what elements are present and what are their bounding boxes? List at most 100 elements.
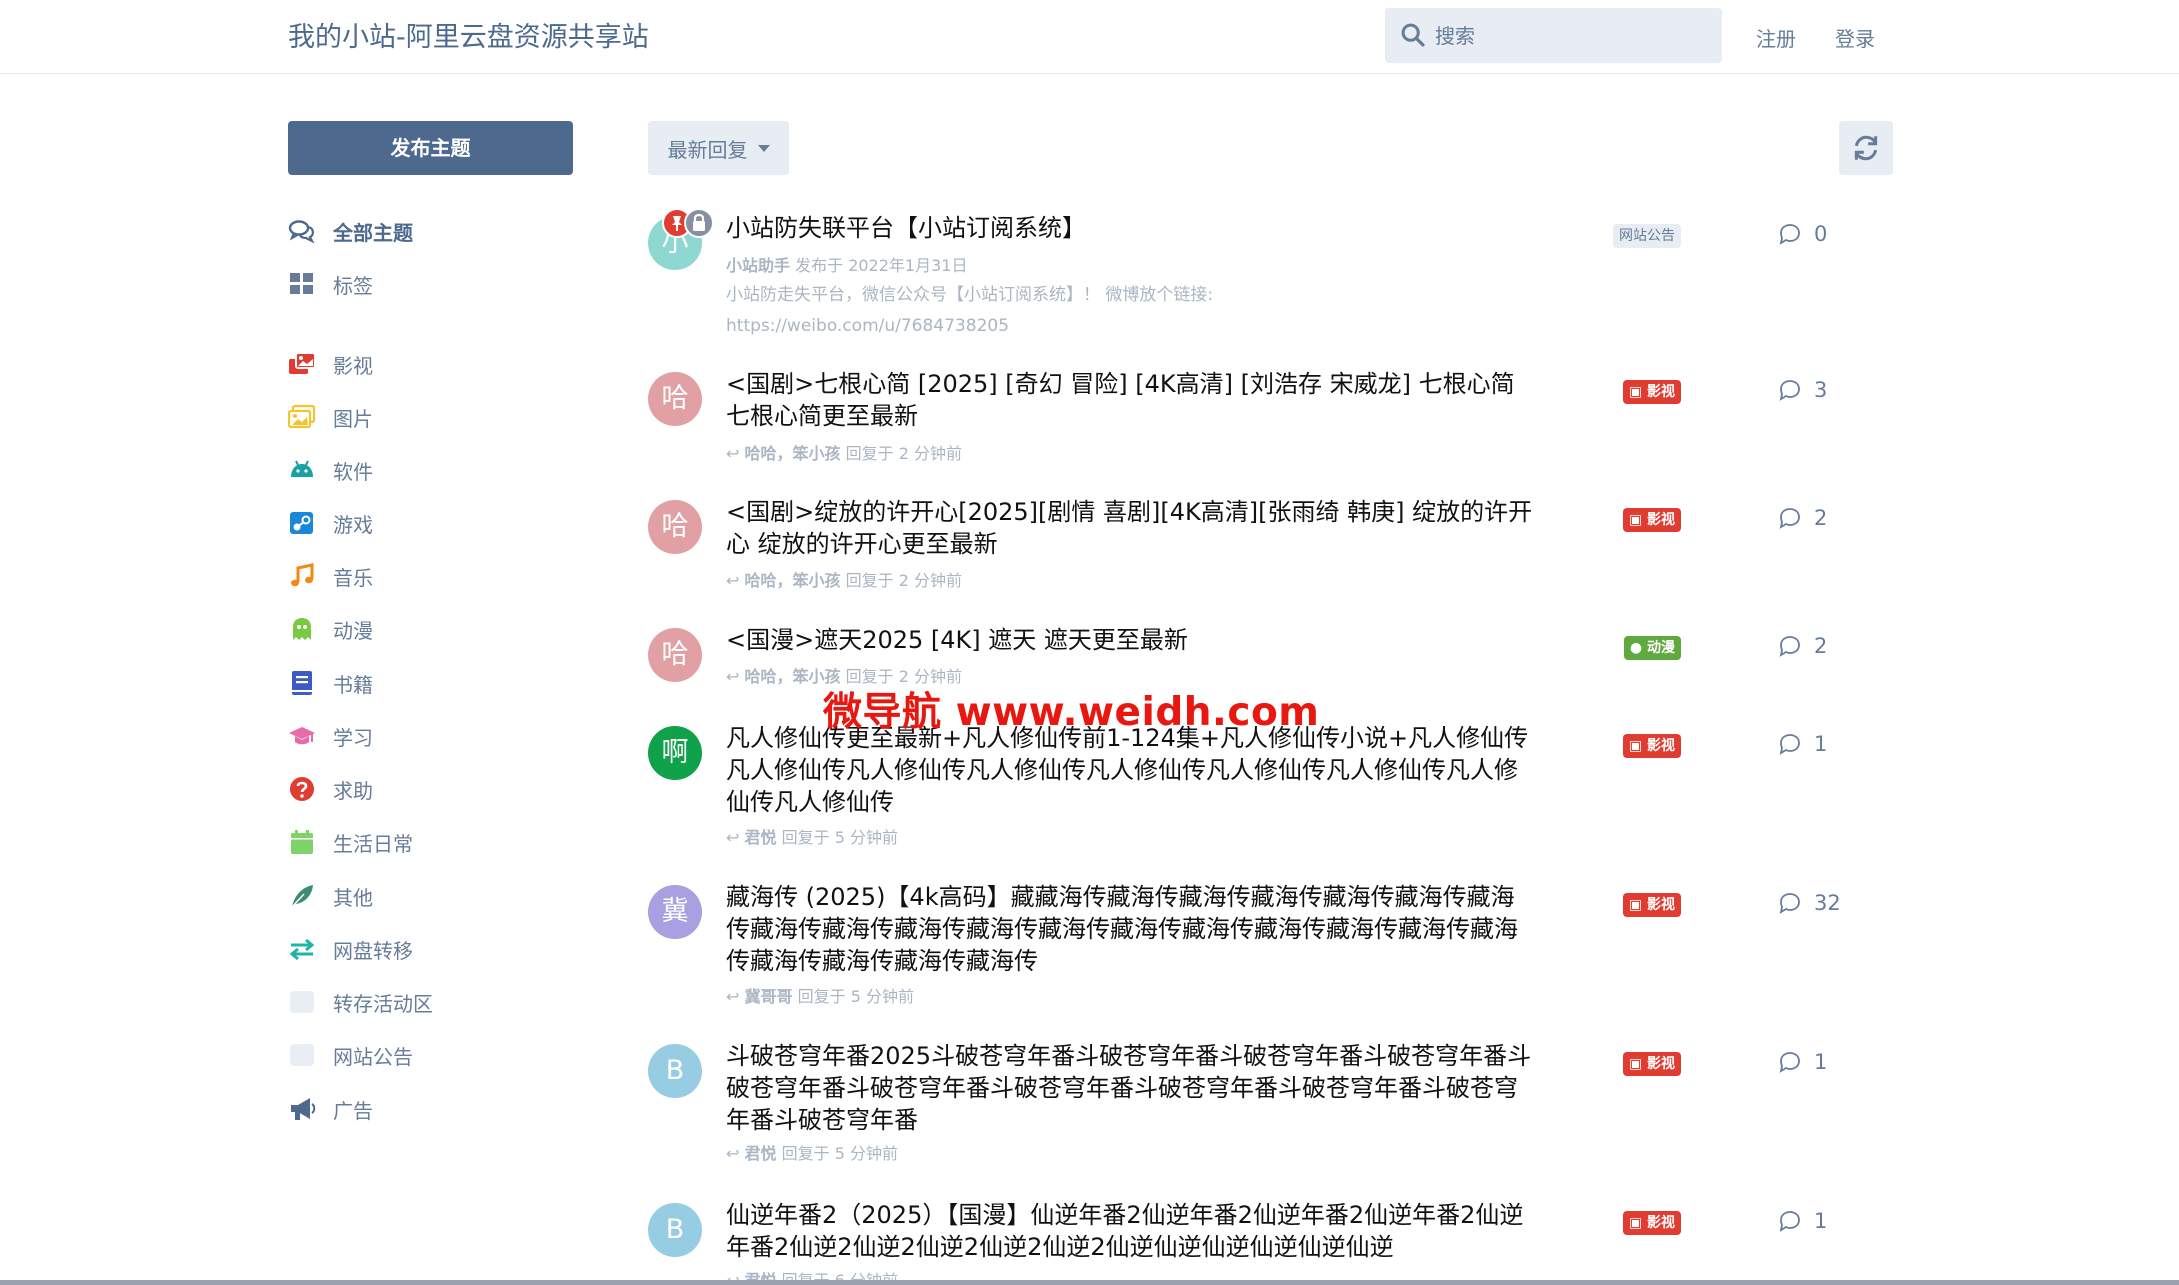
nav-software[interactable]: 软件 [288,453,373,487]
feather-icon [288,882,316,910]
discussion-author[interactable]: 冀哥哥 [745,987,793,1006]
discussion-title[interactable]: <国漫>遮天2025 [4K] 遮天 遮天更至最新 [726,624,1536,656]
tag-label: 影视 [1647,1215,1675,1231]
nav-label: 影视 [333,353,373,378]
exchange-icon [288,935,316,963]
login-link[interactable]: 登录 [1835,23,1875,52]
nav-ads[interactable]: 广告 [288,1092,373,1126]
tag-label: 动漫 [1647,640,1675,656]
comment-icon [1779,224,1800,245]
reply-count-value: 0 [1814,222,1828,246]
reply-count-value: 1 [1814,1209,1828,1233]
discussion-author[interactable]: 哈哈，笨小孩 [745,444,841,463]
discussion-title[interactable]: 斗破苍穹年番2025斗破苍穹年番斗破苍穹年番斗破苍穹年番斗破苍穹年番斗破苍穹年番… [726,1040,1536,1136]
avatar[interactable]: 哈 [648,372,702,426]
avatar[interactable]: B [648,1203,702,1257]
reply-count-value: 2 [1814,634,1828,658]
nav-books[interactable]: 书籍 [288,666,373,700]
discussion-time: 回复于 2 分钟前 [845,444,962,463]
comment-icon [1779,893,1800,914]
tag-badge[interactable]: ▣ 影视 [1622,508,1681,532]
avatar[interactable]: 啊 [648,726,702,780]
nav-music[interactable]: 音乐 [288,559,373,593]
discussion-author[interactable]: 君悦 [745,828,777,847]
tag-badge[interactable]: 网站公告 [1613,224,1681,248]
avatar[interactable]: 冀 [648,885,702,939]
reply-count: 3 [1778,378,1827,402]
nav-label: 书籍 [333,672,373,697]
reply-count-value: 3 [1814,378,1828,402]
nav-label: 动漫 [333,618,373,643]
discussion-title[interactable]: <国剧>绽放的许开心[2025][剧情 喜剧][4K高清][张雨绮 韩庚] 绽放… [726,496,1536,560]
nav-label: 音乐 [333,565,373,590]
discussion-time: 回复于 5 分钟前 [781,1144,898,1163]
graduation-cap-icon [288,722,316,750]
tag-badge[interactable]: ▣ 影视 [1622,893,1681,917]
tag-badge[interactable]: ▣ 影视 [1622,1052,1681,1076]
discussion-meta: ↩ 哈哈，笨小孩 回复于 2 分钟前 [726,567,962,591]
refresh-button[interactable] [1839,121,1893,175]
sort-dropdown[interactable]: 最新回复 [648,121,789,175]
discussion-title[interactable]: 小站防失联平台【小站订阅系统】 [726,212,1536,244]
sort-label: 最新回复 [667,137,748,162]
signup-link[interactable]: 注册 [1756,23,1796,52]
comment-icon [1779,1052,1800,1073]
nav-label: 学习 [333,725,373,750]
discussion-author[interactable]: 小站助手 [726,256,790,275]
discussion-time: 发布于 2022年1月31日 [795,256,968,275]
tag-label: 影视 [1647,897,1675,913]
comments-icon [288,217,316,245]
discussion-title[interactable]: <国剧>七根心简 [2025] [奇幻 冒险] [4K高清] [刘浩存 宋威龙]… [726,368,1536,432]
nav-all-discussions[interactable]: 全部主题 [288,214,413,248]
reply-count: 2 [1778,506,1827,530]
reply-count: 1 [1778,1209,1827,1233]
reply-count: 32 [1778,891,1841,915]
reply-count: 0 [1778,222,1827,246]
tag-label: 影视 [1647,512,1675,528]
reply-count-value: 1 [1814,732,1828,756]
tags-grid-icon [288,270,316,298]
tag-badge[interactable]: ▣ 影视 [1622,734,1681,758]
discussion-author[interactable]: 哈哈，笨小孩 [745,571,841,590]
nav-transfer-activity[interactable]: 转存活动区 [288,985,433,1019]
nav-anime[interactable]: 动漫 [288,612,373,646]
avatar[interactable]: 哈 [648,628,702,682]
nav-help[interactable]: 求助 [288,772,373,806]
calendar-icon [288,828,316,856]
ghost-icon [288,615,316,643]
nav-images[interactable]: 图片 [288,400,373,434]
nav-announcements[interactable]: 网站公告 [288,1038,413,1072]
discussion-title[interactable]: 仙逆年番2（2025）【国漫】仙逆年番2仙逆年番2仙逆年番2仙逆年番2仙逆年番2… [726,1199,1536,1263]
site-title[interactable]: 我的小站-阿里云盘资源共享站 [288,15,649,54]
reply-count-value: 1 [1814,1050,1828,1074]
avatar[interactable]: 哈 [648,500,702,554]
discussion-author[interactable]: 君悦 [745,1144,777,1163]
tag-label: 影视 [1647,738,1675,754]
start-discussion-button[interactable]: 发布主题 [288,121,573,175]
nav-label: 游戏 [333,512,373,537]
nav-label: 生活日常 [333,831,413,856]
tag-badge[interactable]: ● 动漫 [1623,636,1681,660]
reply-count: 2 [1778,634,1827,658]
bullhorn-icon [288,1095,316,1123]
nav-movies[interactable]: 影视 [288,347,373,381]
nav-label: 图片 [333,406,373,431]
tag-badge[interactable]: ▣ 影视 [1622,380,1681,404]
nav-learning[interactable]: 学习 [288,719,373,753]
window-bottom-edge [0,1280,2179,1285]
nav-label: 其他 [333,885,373,910]
nav-games[interactable]: 游戏 [288,506,373,540]
nav-tags[interactable]: 标签 [288,267,373,301]
comment-icon [1779,508,1800,529]
avatar[interactable]: B [648,1044,702,1098]
tag-badge[interactable]: ▣ 影视 [1622,1211,1681,1235]
reply-count: 1 [1778,1050,1827,1074]
reply-arrow-icon: ↩ [726,667,740,686]
nav-daily-life[interactable]: 生活日常 [288,825,413,859]
reply-count-value: 2 [1814,506,1828,530]
search-input[interactable] [1435,8,1715,63]
nav-cloud-transfer[interactable]: 网盘转移 [288,932,413,966]
search-box[interactable] [1385,8,1722,63]
nav-other[interactable]: 其他 [288,879,373,913]
discussion-title[interactable]: 藏海传 (2025)【4k高码】藏藏海传藏海传藏海传藏海传藏海传藏海传藏海传藏海… [726,881,1536,977]
